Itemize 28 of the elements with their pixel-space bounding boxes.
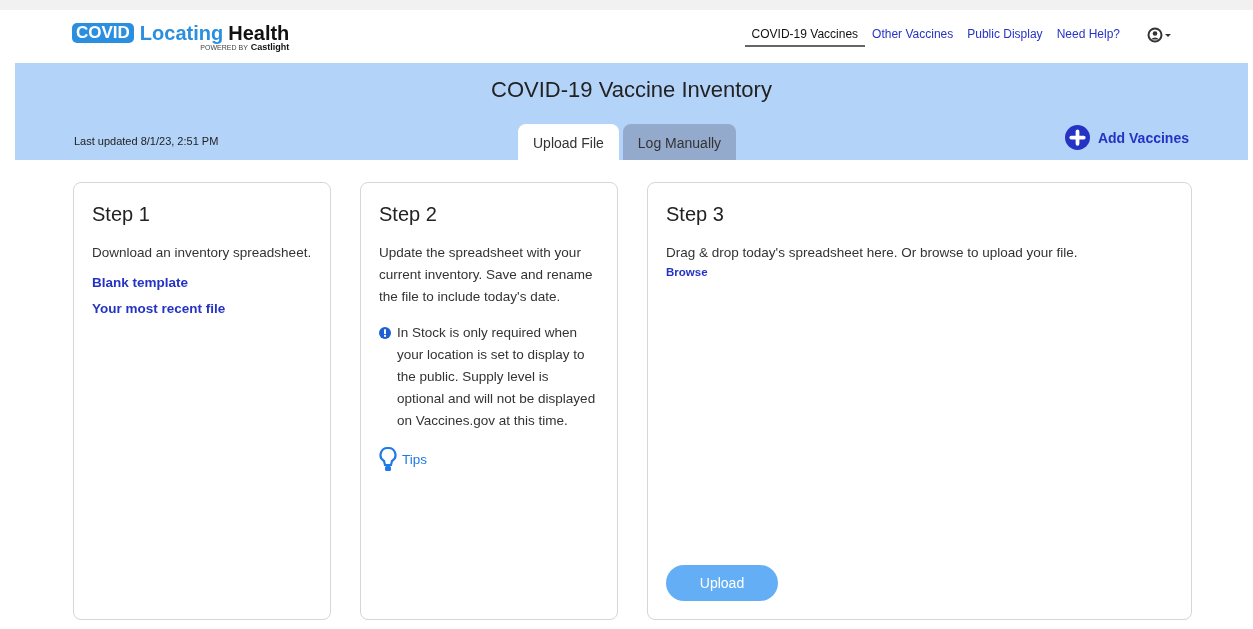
tab[interactable]: Log Manually (622, 124, 737, 160)
nav-link[interactable]: Other Vaccines (865, 22, 961, 47)
step-title: Step 2 (379, 203, 438, 226)
step-description: Drag & drop today's spreadsheet here. Or browse to upload your file. (666, 244, 1079, 262)
nav-link[interactable]: Public Display (960, 22, 1050, 47)
note-text: In Stock is only required when your location is set to display to the public. Supply level is optional and will not be displayed on Vaccines.gov at this time. (397, 324, 597, 430)
logo-text: Locating (139, 21, 224, 44)
step-description: Update the spreadsheet with your current inventory. Save and rename the file to include today's date. (379, 244, 594, 306)
nav-link[interactable]: Need Help? (1049, 22, 1127, 47)
step-title: Step 3 (666, 203, 725, 226)
add-vaccines-button[interactable]: Add Vaccines (1064, 125, 1189, 150)
user-avatar-icon (1147, 26, 1173, 43)
logo-badge: COVID (72, 23, 134, 43)
last-updated-text: Last updated 8/1/23, 2:51 PM (74, 135, 220, 147)
info-icon (379, 327, 391, 339)
lightbulb-icon (379, 446, 397, 472)
plus-icon (1064, 125, 1090, 150)
file-link[interactable]: Your most recent file (92, 301, 312, 316)
file-link[interactable]: Browse (666, 266, 1173, 278)
logo-text: Health (228, 21, 290, 44)
file-link[interactable]: Blank template (92, 275, 312, 290)
brand-text: Castlight (250, 41, 290, 52)
page-title: COVID-19 Vaccine Inventory (490, 77, 773, 103)
tab[interactable]: Upload File (518, 124, 619, 160)
step-title: Step 1 (92, 203, 151, 226)
tips-link[interactable]: Tips (379, 446, 427, 472)
nav-link[interactable]: COVID-19 Vaccines (744, 22, 866, 47)
step-description: Download an inventory spreadsheet. (92, 244, 312, 262)
